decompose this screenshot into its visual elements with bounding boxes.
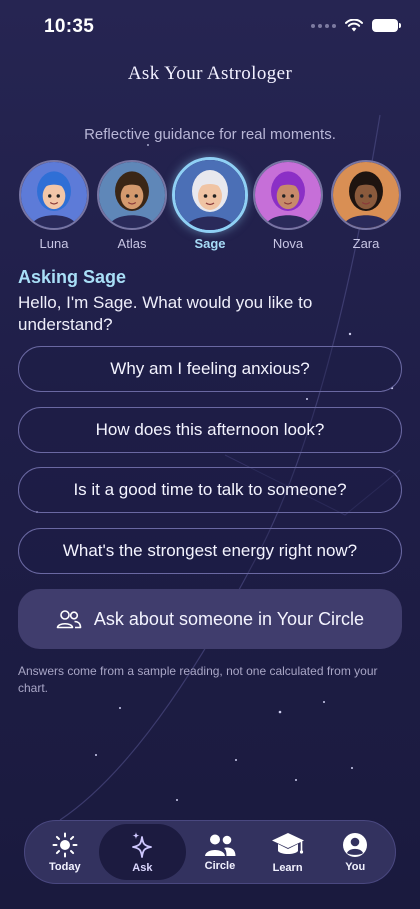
sparkles-icon [132,831,153,858]
avatar [331,160,401,230]
status-time: 10:35 [44,16,95,37]
astrologer-atlas[interactable]: Atlas [93,160,171,251]
question-button-energy[interactable]: What's the strongest energy right now? [18,528,402,574]
tab-today-label: Today [49,860,81,873]
astrologer-name: Luna [39,236,69,251]
astrologer-portrait [99,162,165,228]
question-button-afternoon[interactable]: How does this afternoon look? [18,407,402,453]
tab-ask[interactable]: Ask [98,824,187,880]
astrologer-name: Atlas [117,236,147,251]
tab-you[interactable]: You [321,824,389,880]
tab-learn[interactable]: Learn [254,824,322,880]
tab-learn-label: Learn [272,861,303,874]
tab-you-label: You [345,860,366,873]
profile-icon [343,832,368,857]
avatar [19,160,89,230]
astrologer-luna[interactable]: Luna [15,160,93,251]
astrologer-zara[interactable]: Zara [327,160,405,251]
battery-icon [372,19,401,32]
page-title: Ask Your Astrologer [127,63,293,84]
avatar [172,157,248,233]
wifi-icon [345,19,363,32]
question-button-talk[interactable]: Is it a good time to talk to someone? [18,467,402,513]
asking-label: Asking Sage [18,267,127,287]
avatar [253,160,323,230]
astrologer-nova[interactable]: Nova [249,160,327,251]
page-subtitle: Reflective guidance for real moments. [84,126,336,143]
astrologer-greeting: Hello, I'm Sage. What would you like to … [18,293,313,334]
disclaimer-text: Answers come from a sample reading, not … [18,664,378,695]
status-icons [311,19,401,32]
tab-circle-label: Circle [204,859,236,872]
sun-icon [52,832,78,857]
astrologer-portrait [21,162,87,228]
astrologer-name: Nova [272,236,304,251]
tab-circle[interactable]: Circle [186,824,254,880]
tab-today[interactable]: Today [31,824,99,880]
graduation-cap-icon [271,832,304,854]
people-icon [56,610,82,629]
signal-icon [311,23,336,28]
ask-circle-button[interactable]: Ask about someone in Your Circle [18,589,402,649]
astrologer-sage[interactable]: Sage [171,157,249,251]
astrologer-name: Sage [194,236,226,251]
astrologer-portrait [333,162,399,228]
astrologer-portrait [255,162,321,228]
tab-ask-label: Ask [132,861,153,874]
astrologer-portrait [175,160,245,230]
astrologer-selector: Luna Atlas Sage Nova Zara [0,157,420,257]
question-button-anxious[interactable]: Why am I feeling anxious? [18,346,402,392]
people-icon [204,834,236,856]
tab-bar: Today Ask Circle Learn You [24,820,396,884]
avatar [97,160,167,230]
ask-circle-label: Ask about someone in Your Circle [93,608,365,629]
astrologer-name: Zara [352,236,380,251]
